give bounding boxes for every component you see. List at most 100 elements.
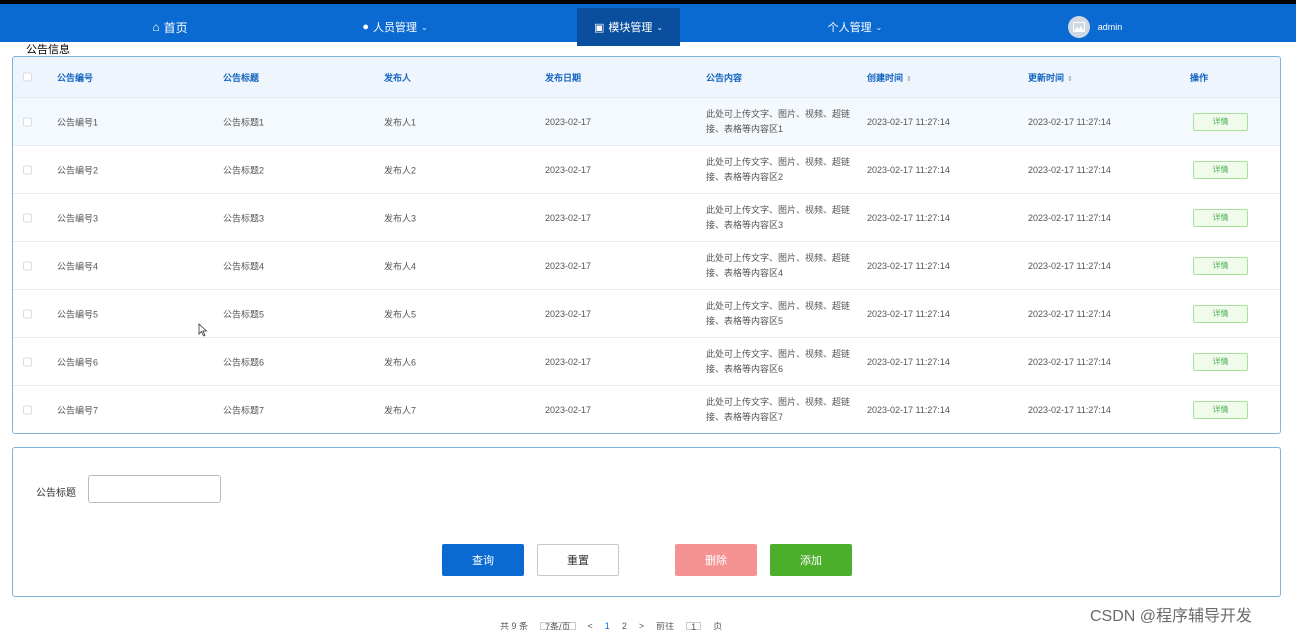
user-icon: ● — [362, 21, 369, 33]
notice-table: 公告编号 公告标题 发布人 发布日期 公告内容 创建时间 ⇕ 更新时间 ⇕ 操作 公… — [12, 56, 1281, 434]
search-title-input[interactable] — [88, 475, 221, 503]
table-row: 公告编号7 公告标题7 发布人7 2023-02-17 此处可上传文字、图片、视… — [13, 385, 1280, 433]
cell-publisher: 发布人7 — [384, 405, 417, 415]
row-checkbox[interactable] — [23, 165, 32, 174]
nav-module-management[interactable]: ▣ 模块管理 ⌄ — [577, 8, 680, 46]
cell-publisher: 发布人6 — [384, 357, 417, 367]
page-size-select[interactable]: 7条/页 — [540, 622, 576, 630]
row-checkbox[interactable] — [23, 309, 32, 318]
table-row: 公告编号2 公告标题2 发布人2 2023-02-17 此处可上传文字、图片、视… — [13, 145, 1280, 193]
reset-button[interactable]: 重置 — [537, 544, 619, 576]
image-icon — [1072, 22, 1085, 32]
next-page-icon[interactable]: > — [639, 622, 644, 630]
nav-home-label: 首页 — [163, 20, 188, 35]
cell-created: 2023-02-17 11:27:14 — [867, 260, 950, 271]
cell-title: 公告标题5 — [223, 309, 265, 319]
prev-page-icon[interactable]: < — [588, 622, 593, 630]
cell-content: 此处可上传文字、图片、视频、超链接、表格等内容区5 — [706, 300, 851, 326]
cell-created: 2023-02-17 11:27:14 — [867, 212, 950, 223]
delete-button[interactable]: 删除 — [675, 544, 757, 576]
page-jump-input[interactable]: 1 — [686, 622, 702, 630]
cell-title: 公告标题6 — [223, 357, 265, 367]
cell-code: 公告编号4 — [57, 261, 99, 271]
table-row: 公告编号1 公告标题1 发布人1 2023-02-17 此处可上传文字、图片、视… — [13, 97, 1280, 145]
row-checkbox[interactable] — [23, 261, 32, 270]
table-row: 公告编号4 公告标题4 发布人4 2023-02-17 此处可上传文字、图片、视… — [13, 241, 1280, 289]
search-panel: 公告标题 查询 重置 删除 添加 — [12, 447, 1281, 597]
page-1[interactable]: 1 — [605, 622, 610, 630]
nav-personal-label: 个人管理 — [827, 22, 872, 34]
cell-updated: 2023-02-17 11:27:14 — [1028, 260, 1111, 271]
mouse-cursor-icon — [198, 323, 208, 337]
cell-created: 2023-02-17 11:27:14 — [867, 404, 950, 415]
top-nav-bar: ⌂ 首页 ● 人员管理 ⌄ ▣ 模块管理 ⌄ 个人管理 ⌄ admin — [0, 0, 1296, 46]
cell-publisher: 发布人4 — [384, 261, 417, 271]
detail-button[interactable]: 详情 — [1193, 256, 1248, 275]
cell-code: 公告编号6 — [57, 357, 99, 367]
watermark: CSDN @程序辅导开发 — [1090, 608, 1253, 625]
table-row: 公告编号3 公告标题3 发布人3 2023-02-17 此处可上传文字、图片、视… — [13, 193, 1280, 241]
row-checkbox[interactable] — [23, 213, 32, 222]
header-updated-label: 更新时间 — [1028, 72, 1065, 83]
cell-code: 公告编号2 — [57, 165, 99, 175]
row-checkbox[interactable] — [23, 405, 32, 414]
header-content: 公告内容 — [706, 72, 743, 83]
cell-date: 2023-02-17 — [545, 212, 592, 223]
header-created[interactable]: 创建时间 ⇕ — [867, 71, 912, 84]
header-title: 公告标题 — [223, 72, 260, 83]
cell-date: 2023-02-17 — [545, 260, 592, 271]
select-all-checkbox[interactable] — [23, 72, 32, 82]
cell-created: 2023-02-17 11:27:14 — [867, 356, 950, 367]
breadcrumb: 公告信息 — [26, 44, 70, 56]
query-button[interactable]: 查询 — [442, 544, 524, 576]
cell-date: 2023-02-17 — [545, 308, 592, 319]
cell-title: 公告标题1 — [223, 117, 265, 127]
module-icon: ▣ — [593, 21, 605, 34]
cell-created: 2023-02-17 11:27:14 — [867, 308, 950, 319]
cell-code: 公告编号3 — [57, 213, 99, 223]
detail-button[interactable]: 详情 — [1193, 160, 1248, 179]
chevron-down-icon: ⌄ — [875, 22, 883, 32]
sort-icon[interactable]: ⇕ — [906, 76, 912, 83]
cell-publisher: 发布人3 — [384, 213, 417, 223]
header-date: 发布日期 — [545, 72, 582, 83]
cell-updated: 2023-02-17 11:27:14 — [1028, 116, 1111, 127]
nav-personal-management[interactable]: 个人管理 ⌄ — [800, 8, 910, 46]
pager-total: 共 9 条 — [500, 622, 529, 630]
nav-home[interactable]: ⌂ 首页 — [120, 8, 220, 46]
pagination: 共 9 条 7条/页 < 1 2 > 前往 1 页 — [500, 622, 722, 630]
user-menu[interactable]: admin — [1050, 8, 1140, 46]
row-checkbox[interactable] — [23, 117, 32, 126]
header-created-label: 创建时间 — [867, 72, 904, 83]
cell-updated: 2023-02-17 11:27:14 — [1028, 212, 1111, 223]
search-title-label: 公告标题 — [36, 488, 76, 499]
cell-publisher: 发布人2 — [384, 165, 417, 175]
detail-button[interactable]: 详情 — [1193, 112, 1248, 131]
cell-date: 2023-02-17 — [545, 356, 592, 367]
nav-module-label: 模块管理 — [608, 22, 653, 34]
detail-button[interactable]: 详情 — [1193, 352, 1248, 371]
cell-updated: 2023-02-17 11:27:14 — [1028, 356, 1111, 367]
row-checkbox[interactable] — [23, 357, 32, 366]
cell-content: 此处可上传文字、图片、视频、超链接、表格等内容区1 — [706, 108, 851, 134]
chevron-down-icon: ⌄ — [656, 22, 664, 32]
detail-button[interactable]: 详情 — [1193, 400, 1248, 419]
detail-button[interactable]: 详情 — [1193, 208, 1248, 227]
cell-date: 2023-02-17 — [545, 164, 592, 175]
detail-button[interactable]: 详情 — [1193, 304, 1248, 323]
nav-staff-management[interactable]: ● 人员管理 ⌄ — [330, 8, 460, 46]
table-header: 公告编号 公告标题 发布人 发布日期 公告内容 创建时间 ⇕ 更新时间 ⇕ 操作 — [13, 57, 1280, 97]
goto-label: 前往 — [656, 622, 675, 630]
cell-content: 此处可上传文字、图片、视频、超链接、表格等内容区3 — [706, 204, 851, 230]
header-updated[interactable]: 更新时间 ⇕ — [1028, 71, 1073, 84]
header-publisher: 发布人 — [384, 72, 412, 83]
cell-date: 2023-02-17 — [545, 404, 592, 415]
cell-content: 此处可上传文字、图片、视频、超链接、表格等内容区7 — [706, 396, 851, 422]
sort-icon[interactable]: ⇕ — [1067, 76, 1073, 83]
add-button[interactable]: 添加 — [770, 544, 852, 576]
cell-content: 此处可上传文字、图片、视频、超链接、表格等内容区6 — [706, 348, 851, 374]
nav-staff-label: 人员管理 — [372, 22, 417, 34]
header-action: 操作 — [1190, 72, 1209, 83]
page-2[interactable]: 2 — [622, 622, 627, 630]
cell-publisher: 发布人1 — [384, 117, 417, 127]
